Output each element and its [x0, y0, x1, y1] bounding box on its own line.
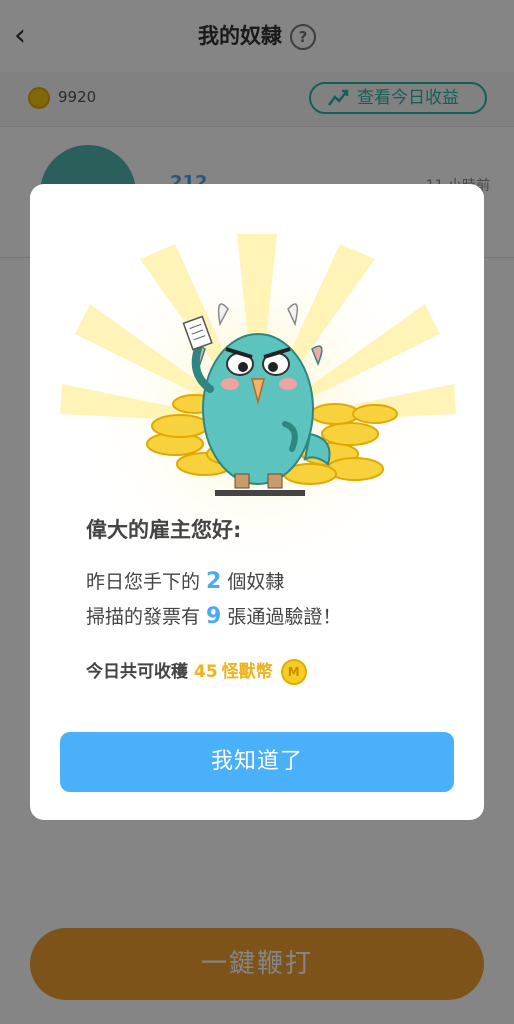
- line2-prefix: 掃描的發票有: [86, 606, 201, 628]
- harvest-prefix: 今日共可收穫: [86, 662, 188, 682]
- line1-prefix: 昨日您手下的: [86, 571, 201, 593]
- monster-coin-icon: M: [280, 659, 307, 685]
- greeting-heading: 偉大的雇主您好:: [86, 518, 242, 542]
- got-it-button[interactable]: 我知道了: [60, 732, 454, 792]
- invoices-count: 9: [206, 604, 222, 629]
- line2-suffix: 張通過驗證！: [227, 606, 342, 628]
- line1-suffix: 個奴隸: [227, 571, 285, 593]
- harvest-summary: 今日共可收穫 45 怪獸幣 M: [86, 657, 307, 685]
- slaves-count: 2: [206, 569, 222, 594]
- harvest-unit: 怪獸幣: [221, 662, 273, 682]
- daily-report-dialog: 偉大的雇主您好: 昨日您手下的 2 個奴隸 掃描的發票有 9 張通過驗證！ 今日共可收穫…: [30, 184, 484, 820]
- report-line-slaves: 昨日您手下的 2 個奴隸: [86, 567, 284, 594]
- monster-illustration: [60, 234, 456, 609]
- report-line-invoices: 掃描的發票有 9 張通過驗證！: [86, 602, 341, 629]
- harvest-amount: 45: [194, 662, 218, 682]
